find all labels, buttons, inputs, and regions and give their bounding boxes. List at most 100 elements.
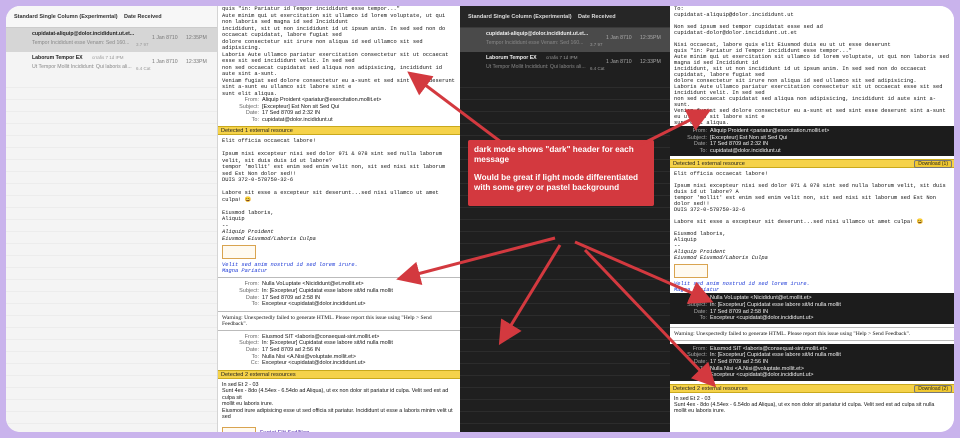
empty-row: [6, 196, 217, 208]
quoted-text: quis "in: Pariatur id Tempor incididunt …: [218, 6, 460, 97]
cc-value[interactable]: Excepteur <cupidatat@dolor.incididunt.ut…: [262, 360, 365, 367]
empty-row: [6, 172, 217, 184]
subject-label: Subject:: [239, 103, 259, 110]
from-value[interactable]: Aliquip Proident <pariatur@exercitation.…: [262, 97, 381, 104]
empty-row: [460, 340, 670, 352]
empty-row: [6, 184, 217, 196]
text-line: mollit eu laboris irure.: [674, 407, 726, 414]
empty-row: [6, 280, 217, 292]
cc-value[interactable]: Excepteur <cupidatat@dolor.incididunt.ut…: [710, 372, 813, 379]
from-value[interactable]: Eiusmod SIT <laboris@consequat-sint.moll…: [710, 346, 827, 353]
text-line: Sunt 4ex - 8do (4.54ex - 6.54do ad Aliqu…: [674, 401, 935, 408]
empty-row: [6, 124, 217, 136]
empty-row: [460, 292, 670, 304]
text-line: incididunt, sit ut non incididunt id ut …: [674, 66, 927, 78]
date-value: 17 Sed 8709 ad 2:56 IN: [262, 346, 321, 353]
list-item-time: 12:33PM: [640, 59, 661, 65]
from-value[interactable]: Nulla VoLuptate <Nicididunt@et.mollit.et…: [710, 295, 812, 302]
message-header-2: From: Nulla VoLuptate <Nicididunt@et.moll…: [218, 281, 460, 307]
broken-image: [222, 426, 256, 432]
list-item[interactable]: cupidatat-aliquip@dolor.incididunt.ut.et…: [460, 28, 670, 52]
text-line: tempor 'mollit' est enim sed enim velit …: [222, 164, 446, 177]
empty-row: [6, 304, 217, 316]
empty-row: [460, 328, 670, 340]
message-header-1: From: Aliquip Proident <pariatur@exercita…: [670, 126, 954, 157]
from-label: From:: [692, 128, 707, 134]
message-body-1: Elit officia occaecat labore! Ipsum nisi…: [670, 171, 954, 243]
col-subject-header[interactable]: Standard Single Column (Experimental): [468, 14, 578, 20]
subject-value: [Excepteur] Est Non sit Sed Qui: [710, 134, 788, 141]
text-line: Labore sit esse a excepteur sit deserunt…: [222, 190, 439, 203]
from-label: From:: [692, 295, 707, 302]
empty-row: [460, 364, 670, 376]
empty-row: [6, 88, 217, 100]
text-line: incididunt, sit ut non incididunt id ut …: [222, 25, 446, 39]
date-label: Date:: [245, 346, 259, 353]
empty-row: [6, 364, 217, 376]
empty-row: [460, 76, 670, 88]
list-item-date: 1 Jan 8710: [606, 35, 632, 41]
message-body-2: In sed Et 2 - 03 Sunt 4ex - 8do (4.54ex -…: [670, 396, 954, 414]
external-resources-banner: Detected 2 external resources Download (2…: [670, 383, 954, 393]
date-value: 17 Sed 8709 ad 2:32 IN: [262, 110, 321, 117]
broken-image: [222, 245, 256, 260]
from-value[interactable]: Nulla VoLuptate <Nicididunt@et.mollit.et…: [262, 281, 364, 288]
list-item-preview: Ut Tempor Mollit Incididunt: Qui laboris…: [486, 64, 586, 70]
empty-row: [6, 376, 217, 388]
message-body-1: Elit officia occaecat labore! Ipsum nisi…: [218, 138, 460, 223]
blue-italic-line-2: Magna Pariatur: [222, 268, 268, 275]
annotation-callout: dark mode shows "dark" header for each m…: [468, 140, 654, 206]
text-line: tempor 'mollit' est enim sed enim velit …: [674, 195, 937, 208]
subject-value: [Excepteur] Est Non sit Sed Qui: [262, 103, 340, 110]
dark-list-header: Standard Single Column (Experimental) Da…: [460, 6, 670, 28]
to-label: To:: [251, 301, 259, 308]
screenshot-frame: Standard Single Column (Experimental) Da…: [6, 6, 954, 432]
date-value: 17 Sed 8709 ad 2:58 IN: [262, 294, 321, 301]
empty-row: [460, 388, 670, 400]
empty-row: [460, 124, 670, 136]
col-date-header[interactable]: Date Received: [578, 14, 616, 20]
col-subject-header[interactable]: Standard Single Column (Experimental): [14, 14, 124, 20]
subject-value: In: [Excepteur] Cupidatat esse labore si…: [710, 301, 841, 308]
from-value[interactable]: Aliquip Proident <pariatur@exercitation.…: [710, 128, 829, 135]
list-item-time: 12:33PM: [186, 59, 207, 65]
col-date-header[interactable]: Date Received: [124, 14, 162, 20]
signature-block: Fugiat Elit Sed/NonEiusmod EiusmodConseq…: [260, 430, 394, 432]
download-button[interactable]: Download (2): [914, 384, 952, 393]
banner-text: Detected 1 external resource: [673, 161, 745, 168]
empty-row: [6, 76, 217, 88]
to-value[interactable]: Excepteur <cupidatat@dolor.incididunt.ut…: [262, 301, 365, 308]
text-line: Eiusmod Eiusmod/Laboris Culpa: [222, 235, 316, 242]
to-value[interactable]: Excepteur <cupidatat@dolor.incididunt.ut…: [710, 315, 813, 322]
from-value[interactable]: Eiusmod SIT <laboris@consequat-sint.moll…: [262, 334, 379, 341]
light-message-list: Standard Single Column (Experimental) Da…: [6, 6, 218, 432]
empty-list-rows: [460, 76, 670, 432]
to-value[interactable]: cupidatat@dolor.incididunt.ut: [262, 117, 333, 124]
list-item-date: 1 Jan 8710: [606, 59, 632, 65]
list-item-subject: cupidatat-aliquip@dolor.incididunt.ut.et…: [32, 31, 135, 37]
text-line: Aute minim qui ut exercitation sit ullam…: [674, 54, 949, 66]
empty-row: [6, 160, 217, 172]
external-resource-banner[interactable]: Detected 1 external resource: [218, 126, 460, 136]
callout-line-1: dark mode shows "dark" header for each m…: [474, 145, 634, 164]
from-label: From:: [244, 333, 259, 340]
download-button[interactable]: Download (1): [914, 160, 952, 169]
to-value[interactable]: Nulla Nisi <A.Nisi@voluptate.mollit.et>: [710, 366, 804, 373]
message-header-2: From: Nulla VoLuptate <Nicididunt@et.moll…: [670, 293, 954, 324]
list-item-time: 12:35PM: [640, 35, 661, 41]
list-item-size: 3.7 97: [136, 42, 149, 47]
text-line: Eiusmod Eiusmod/Laboris Culpa: [674, 255, 768, 262]
list-item[interactable]: Laborum Tempor EX crrafis 7 1d IPM Ut Te…: [460, 52, 670, 76]
light-list-header: Standard Single Column (Experimental) Da…: [6, 6, 217, 28]
date-label: Date:: [693, 308, 707, 315]
list-item[interactable]: Laborum Tempor EX crrafis 7 1d IPM Ut Te…: [6, 52, 217, 76]
empty-row: [460, 424, 670, 432]
subject-label: Subject:: [239, 287, 259, 294]
external-resources-banner[interactable]: Detected 2 external resources: [218, 369, 460, 379]
message-header-3: From: Eiusmod SIT <laboris@consequat-sint…: [670, 343, 954, 381]
empty-row: [6, 208, 217, 220]
to-value[interactable]: cupidatat@dolor.incididunt.ut: [710, 148, 781, 155]
to-value[interactable]: Nulla Nisi <A.Nisi@voluptate.mollit.et>: [262, 354, 356, 361]
list-item[interactable]: cupidatat-aliquip@dolor.incididunt.ut.et…: [6, 28, 217, 52]
subject-value: In: [Excepteur] Cupidatat esse labore si…: [262, 287, 393, 294]
